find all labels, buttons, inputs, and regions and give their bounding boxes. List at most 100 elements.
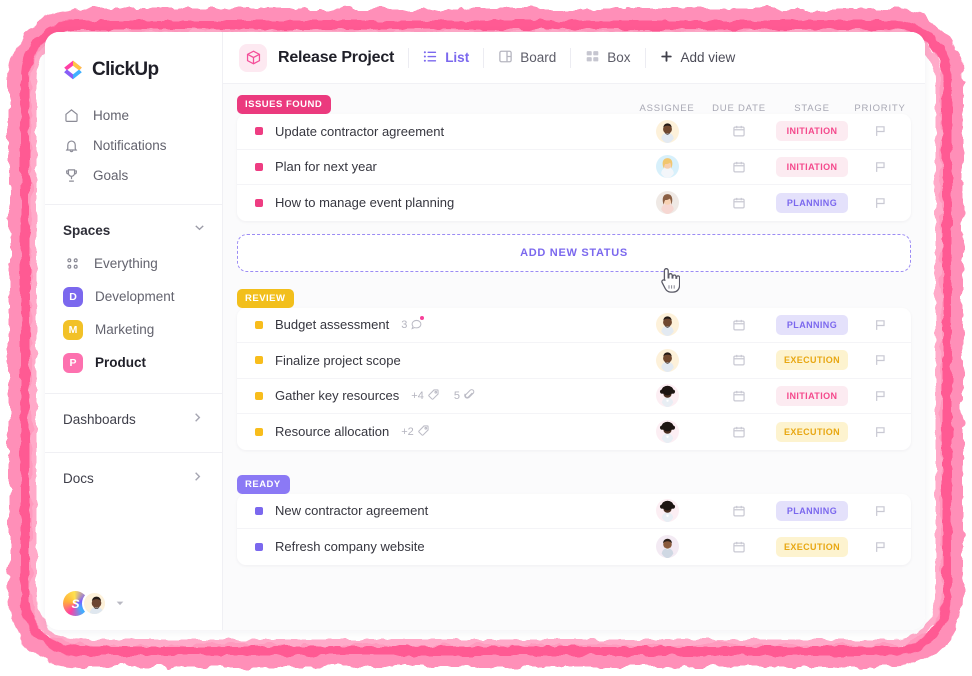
priority-cell[interactable] — [849, 425, 911, 439]
sidebar-item-goals[interactable]: Goals — [45, 160, 222, 190]
stage-cell[interactable]: PLANNING — [775, 314, 849, 335]
table-row[interactable]: Plan for next year INITIATION — [237, 150, 911, 185]
stage-badge: INITIATION — [776, 121, 848, 142]
assignee-cell[interactable] — [631, 155, 703, 179]
tag-count[interactable]: +4 — [411, 388, 440, 404]
table-row[interactable]: New contractor agreement PLANNING — [237, 494, 911, 529]
table-row[interactable]: Budget assessment 3 PLANNING — [237, 308, 911, 343]
calendar-icon — [733, 505, 745, 517]
sidebar-item-dashboards[interactable]: Dashboards — [45, 400, 222, 438]
column-header-assignee[interactable]: ASSIGNEE — [631, 103, 703, 114]
sidebar-item-label: Docs — [63, 470, 94, 486]
sidebar-item-development[interactable]: D Development — [45, 280, 222, 313]
tab-box[interactable]: Box — [571, 43, 644, 73]
status-badge[interactable]: ISSUES FOUND — [237, 95, 332, 114]
due-date-cell[interactable] — [703, 160, 775, 174]
clickup-logo-text: ClickUp — [92, 59, 159, 80]
task-title: Finalize project scope — [275, 352, 401, 368]
table-row[interactable]: How to manage event planning PLANNING — [237, 185, 911, 221]
stage-cell[interactable]: PLANNING — [775, 192, 849, 213]
priority-cell[interactable] — [849, 124, 911, 138]
add-new-status-button[interactable]: ADD NEW STATUS — [237, 233, 911, 293]
chevron-down-icon[interactable] — [193, 221, 206, 239]
sidebar-item-product[interactable]: P Product — [45, 346, 222, 379]
add-view-label: Add view — [680, 50, 736, 65]
sidebar-item-label: Notifications — [93, 137, 167, 153]
assignee-cell[interactable] — [631, 420, 703, 444]
due-date-cell[interactable] — [703, 389, 775, 403]
column-header-stage[interactable]: STAGE — [775, 103, 849, 114]
chevron-right-icon[interactable] — [191, 470, 204, 486]
stage-cell[interactable]: INITIATION — [775, 121, 849, 142]
assignee-cell[interactable] — [631, 348, 703, 372]
due-date-cell[interactable] — [703, 540, 775, 554]
priority-cell[interactable] — [849, 504, 911, 518]
assignee-cell[interactable] — [631, 535, 703, 559]
priority-cell[interactable] — [849, 318, 911, 332]
table-row[interactable]: Gather key resources +4 5 INITIATION — [237, 379, 911, 414]
clickup-logo[interactable]: ClickUp — [45, 32, 222, 84]
flag-icon — [876, 197, 885, 208]
priority-cell[interactable] — [849, 196, 911, 210]
table-row[interactable]: Refresh company website EXECUTION — [237, 529, 911, 565]
sidebar-item-marketing[interactable]: M Marketing — [45, 313, 222, 346]
tag-count[interactable]: +2 — [401, 424, 430, 440]
comment-count[interactable]: 3 — [401, 315, 425, 333]
stage-cell[interactable]: EXECUTION — [775, 536, 849, 557]
stage-cell[interactable]: EXECUTION — [775, 350, 849, 371]
sidebar-item-docs[interactable]: Docs — [45, 459, 222, 497]
stage-cell[interactable]: EXECUTION — [775, 421, 849, 442]
status-badge[interactable]: REVIEW — [237, 288, 295, 308]
tag-icon — [427, 388, 440, 404]
avatar-4 — [655, 499, 679, 523]
group-gap — [237, 454, 911, 472]
attachment-count[interactable]: 5 — [454, 388, 476, 404]
assignee-cell[interactable] — [631, 499, 703, 523]
column-header-due-date[interactable]: DUE DATE — [703, 103, 775, 114]
table-row[interactable]: Resource allocation +2 EXECUTION — [237, 414, 911, 450]
assignee-cell[interactable] — [631, 119, 703, 143]
add-view-button[interactable]: Add view — [646, 43, 750, 73]
sidebar-item-everything[interactable]: Everything — [45, 247, 222, 280]
unread-dot — [419, 315, 425, 321]
task-title: Update contractor agreement — [275, 123, 445, 139]
assignee-cell[interactable] — [631, 384, 703, 408]
due-date-cell[interactable] — [703, 124, 775, 138]
task-title: Gather key resources — [275, 388, 400, 404]
status-badge[interactable]: READY — [237, 474, 290, 494]
assignee-cell[interactable] — [631, 313, 703, 337]
table-row[interactable]: Finalize project scope EXECUTION — [237, 343, 911, 379]
priority-cell[interactable] — [849, 353, 911, 367]
priority-cell[interactable] — [849, 160, 911, 174]
sidebar-item-home[interactable]: Home — [45, 100, 222, 130]
caret-down-icon[interactable] — [115, 595, 125, 613]
user-strip[interactable]: S — [45, 591, 125, 616]
column-header-priority[interactable]: PRIORITY — [849, 103, 911, 114]
task-group-ready: READY New contractor agreement PLANNING … — [237, 472, 911, 565]
flag-icon — [876, 319, 885, 330]
task-group-review: REVIEW Budget assessment 3 PLANNING Fina… — [237, 286, 911, 450]
due-date-cell[interactable] — [703, 353, 775, 367]
tab-list[interactable]: List — [409, 43, 483, 73]
stage-cell[interactable]: INITIATION — [775, 385, 849, 406]
chevron-right-icon[interactable] — [191, 411, 204, 427]
priority-cell[interactable] — [849, 540, 911, 554]
due-date-cell[interactable] — [703, 425, 775, 439]
due-date-cell[interactable] — [703, 318, 775, 332]
spaces-section-header[interactable]: Spaces — [45, 213, 222, 247]
flag-icon — [876, 505, 885, 516]
due-date-cell[interactable] — [703, 504, 775, 518]
sidebar-item-notifications[interactable]: Notifications — [45, 130, 222, 160]
assignee-cell[interactable] — [631, 191, 703, 215]
table-row[interactable]: Update contractor agreement INITIATION — [237, 114, 911, 150]
stage-cell[interactable]: INITIATION — [775, 156, 849, 177]
tab-board[interactable]: Board — [484, 43, 570, 73]
flag-icon — [876, 126, 885, 137]
task-table[interactable]: ISSUES FOUND ASSIGNEE DUE DATE STAGE PRI… — [223, 84, 925, 630]
grid-dots-icon — [63, 256, 82, 271]
spaces-list: Everything D Development M Marketing P P… — [45, 247, 222, 379]
user-avatar[interactable] — [82, 591, 107, 616]
priority-cell[interactable] — [849, 389, 911, 403]
due-date-cell[interactable] — [703, 196, 775, 210]
stage-cell[interactable]: PLANNING — [775, 500, 849, 521]
